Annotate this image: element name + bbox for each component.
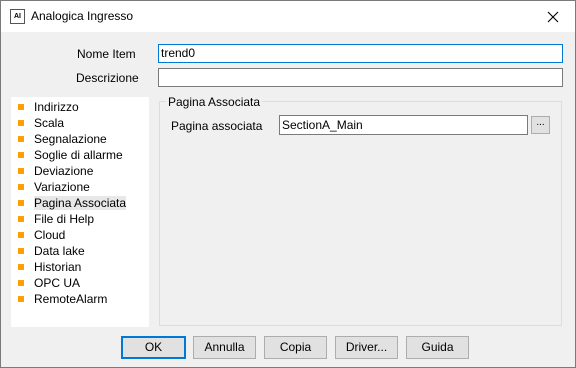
nav-item-scala[interactable]: Scala (11, 115, 64, 131)
title-bar: AI Analogica Ingresso (1, 1, 575, 32)
cancel-button[interactable]: Annulla (193, 336, 256, 359)
nav-item-deviazione[interactable]: Deviazione (11, 163, 93, 179)
bullet-icon (18, 152, 24, 158)
bullet-icon (18, 232, 24, 238)
category-list: Indirizzo Scala Segnalazione Soglie di a… (11, 97, 149, 327)
nav-item-data-lake[interactable]: Data lake (11, 243, 85, 259)
nav-item-label: File di Help (34, 212, 95, 226)
window-title: Analogica Ingresso (31, 9, 134, 23)
nav-item-indirizzo[interactable]: Indirizzo (11, 99, 79, 115)
associated-page-input[interactable]: SectionA_Main (279, 115, 528, 135)
name-input[interactable]: trend0 (158, 44, 563, 63)
nav-item-label: RemoteAlarm (34, 292, 108, 306)
bullet-icon (18, 184, 24, 190)
nav-item-label: Soglie di allarme (34, 148, 123, 162)
bullet-icon (18, 296, 24, 302)
nav-item-remotealarm[interactable]: RemoteAlarm (11, 291, 107, 307)
bullet-icon (18, 168, 24, 174)
description-input[interactable] (158, 68, 563, 87)
bullet-icon (18, 104, 24, 110)
copy-button[interactable]: Copia (264, 336, 327, 359)
ok-button[interactable]: OK (121, 336, 186, 359)
close-button[interactable] (530, 1, 575, 32)
nav-item-label: Pagina Associata (34, 196, 127, 210)
description-label: Descrizione (76, 71, 139, 85)
nav-item-label: Scala (34, 116, 65, 130)
nav-item-label: Historian (34, 260, 82, 274)
bullet-icon (18, 200, 24, 206)
browse-button[interactable]: ... (531, 116, 550, 134)
nav-item-label: Indirizzo (34, 100, 79, 114)
nav-item-file-di-help[interactable]: File di Help (11, 211, 94, 227)
nav-item-variazione[interactable]: Variazione (11, 179, 90, 195)
nav-item-label: Variazione (34, 180, 90, 194)
nav-item-label: OPC UA (34, 276, 81, 290)
nav-item-soglie-di-allarme[interactable]: Soglie di allarme (11, 147, 123, 163)
nav-item-cloud[interactable]: Cloud (11, 227, 65, 243)
associated-page-label: Pagina associata (171, 119, 263, 133)
nav-item-label: Deviazione (34, 164, 94, 178)
group-title: Pagina Associata (166, 95, 263, 109)
nav-item-segnalazione[interactable]: Segnalazione (11, 131, 107, 147)
driver-button[interactable]: Driver... (335, 336, 398, 359)
dialog-window: AI Analogica Ingresso Nome Item trend0 D… (0, 0, 576, 368)
nav-item-label: Cloud (34, 228, 66, 242)
close-icon (547, 11, 558, 22)
bullet-icon (18, 264, 24, 270)
bullet-icon (18, 136, 24, 142)
nav-item-historian[interactable]: Historian (11, 259, 81, 275)
nav-item-opc-ua[interactable]: OPC UA (11, 275, 80, 291)
name-label: Nome Item (77, 47, 136, 61)
app-icon: AI (10, 9, 25, 24)
nav-item-label: Data lake (34, 244, 85, 258)
bullet-icon (18, 280, 24, 286)
nav-item-pagina-associata[interactable]: Pagina Associata (11, 195, 127, 211)
help-button[interactable]: Guida (406, 336, 469, 359)
bullet-icon (18, 120, 24, 126)
bullet-icon (18, 248, 24, 254)
bullet-icon (18, 216, 24, 222)
nav-item-label: Segnalazione (34, 132, 107, 146)
